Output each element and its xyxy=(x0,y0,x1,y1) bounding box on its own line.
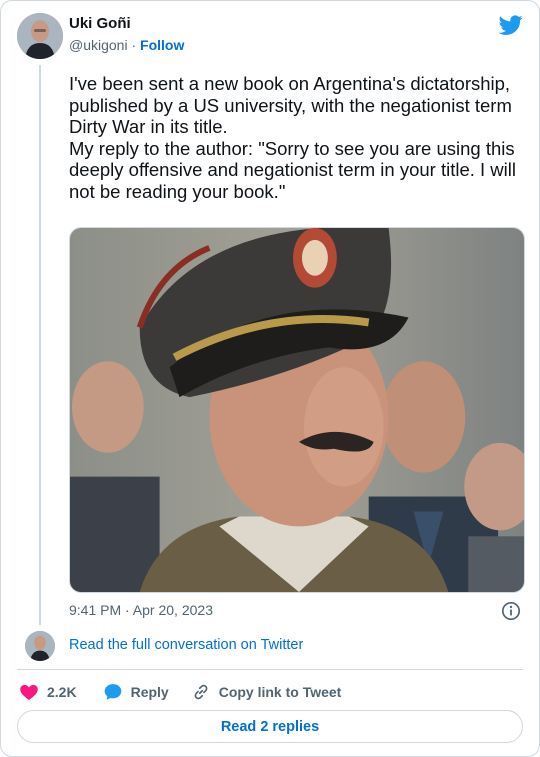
reply-label: Reply xyxy=(130,684,169,700)
author-avatar-image xyxy=(17,13,63,59)
link-icon xyxy=(194,684,208,700)
tweet-paragraph: My reply to the author: "Sorry to see yo… xyxy=(69,137,516,202)
action-bar: 2.2K Reply Copy link to Tweet xyxy=(19,681,341,703)
author-name[interactable]: Uki Goñi xyxy=(69,15,131,32)
like-button[interactable]: 2.2K xyxy=(19,682,77,702)
tweet-timestamp[interactable]: 9:41 PM · Apr 20, 2023 xyxy=(69,602,213,618)
author-avatar-small[interactable] xyxy=(25,631,55,661)
handle-separator: · xyxy=(127,37,141,53)
heart-icon xyxy=(20,684,38,700)
tweet-card: Uki Goñi @ukigoni · Follow I've been sen… xyxy=(0,0,540,757)
info-icon[interactable] xyxy=(501,601,521,621)
author-avatar-image xyxy=(25,631,55,661)
tweet-photo[interactable] xyxy=(69,227,525,593)
author-handle[interactable]: @ukigoni xyxy=(69,37,128,53)
author-handle-line: @ukigoni · Follow xyxy=(69,37,184,53)
photo-image xyxy=(70,228,524,592)
divider xyxy=(17,669,523,670)
read-replies-button[interactable]: Read 2 replies xyxy=(17,710,523,743)
thread-line xyxy=(39,65,41,625)
reply-button[interactable]: Reply xyxy=(103,682,169,702)
copy-link-label: Copy link to Tweet xyxy=(218,684,342,700)
author-avatar[interactable] xyxy=(17,13,63,59)
copy-link-button[interactable]: Copy link to Tweet xyxy=(191,682,342,702)
follow-button[interactable]: Follow xyxy=(140,37,184,53)
like-count: 2.2K xyxy=(47,684,77,700)
tweet-paragraph: I've been sent a new book on Argentina's… xyxy=(69,73,512,137)
speech-bubble-icon xyxy=(104,684,121,700)
read-conversation-link[interactable]: Read the full conversation on Twitter xyxy=(69,637,303,653)
twitter-bird-icon[interactable] xyxy=(499,13,523,37)
tweet-text: I've been sent a new book on Argentina's… xyxy=(69,73,521,202)
